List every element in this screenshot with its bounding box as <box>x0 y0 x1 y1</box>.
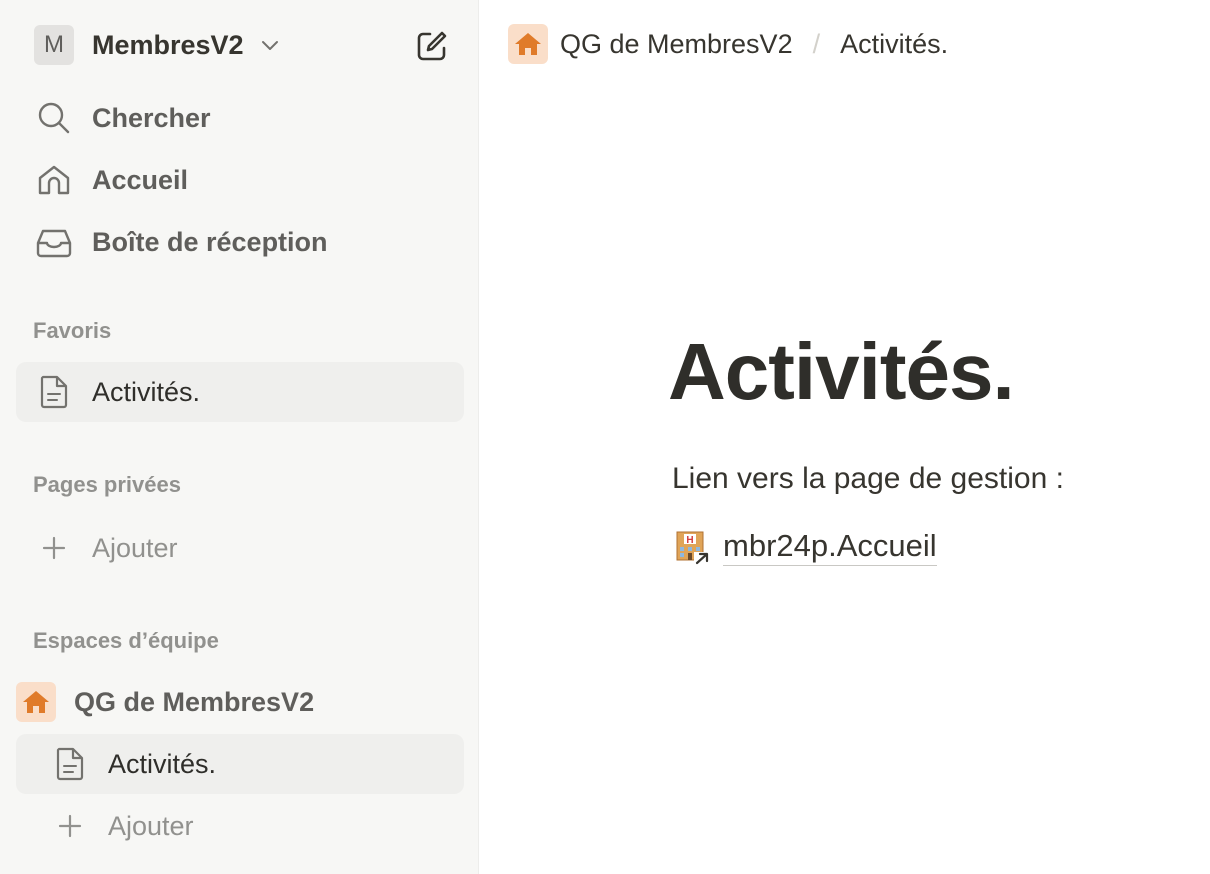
nav-inbox[interactable]: Boîte de réception <box>16 214 464 270</box>
search-icon <box>34 98 74 138</box>
breadcrumb-separator: / <box>812 28 821 59</box>
teamspace-item[interactable]: QG de MembresV2 <box>16 674 464 730</box>
favorites-heading[interactable]: Favoris <box>33 318 111 344</box>
teamspace-page-activites[interactable]: Activités. <box>16 734 464 794</box>
sidebar: M MembresV2 Chercher Accueil Boîte de ré… <box>0 0 479 874</box>
page-link-label: mbr24p.Accueil <box>723 527 937 566</box>
breadcrumb: QG de MembresV2 / Activités. <box>508 24 948 64</box>
inbox-icon <box>34 222 74 262</box>
page-link-mention[interactable]: H mbr24p.Accueil <box>672 524 937 568</box>
house-icon <box>16 682 56 722</box>
compose-icon <box>417 31 447 61</box>
favorite-item-activites[interactable]: Activités. <box>16 362 464 422</box>
private-add-page-button[interactable]: Ajouter <box>16 520 464 576</box>
svg-text:H: H <box>686 535 693 546</box>
nav-search[interactable]: Chercher <box>16 90 464 146</box>
favorite-item-label: Activités. <box>92 376 201 407</box>
house-icon <box>508 24 548 64</box>
nav-home-label: Accueil <box>92 164 189 195</box>
page-title[interactable]: Activités. <box>668 326 1015 418</box>
hotel-icon: H <box>672 526 712 566</box>
workspace-avatar: M <box>34 25 74 65</box>
chevron-down-icon <box>258 33 282 57</box>
breadcrumb-item-page[interactable]: Activités. <box>840 29 948 60</box>
private-pages-heading[interactable]: Pages privées <box>33 472 181 498</box>
workspace-switcher[interactable]: M MembresV2 <box>16 20 464 70</box>
teamspace-page-label: Activités. <box>108 748 217 779</box>
private-add-label: Ajouter <box>92 532 178 563</box>
nav-search-label: Chercher <box>92 102 211 133</box>
nav-home[interactable]: Accueil <box>16 152 464 208</box>
breadcrumb-item-teamspace[interactable]: QG de MembresV2 <box>560 29 793 60</box>
main-content: QG de MembresV2 / Activités. Activités. … <box>480 0 1210 874</box>
teamspace-add-label: Ajouter <box>108 810 194 841</box>
page-icon <box>34 372 74 412</box>
teamspaces-heading[interactable]: Espaces d’équipe <box>33 628 219 654</box>
workspace-name: MembresV2 <box>92 29 244 60</box>
home-icon <box>34 160 74 200</box>
plus-icon <box>34 528 74 568</box>
teamspace-add-page-button[interactable]: Ajouter <box>16 798 464 854</box>
plus-icon <box>50 806 90 846</box>
page-paragraph[interactable]: Lien vers la page de gestion : <box>672 462 1064 496</box>
teamspace-name: QG de MembresV2 <box>74 686 315 717</box>
new-page-button[interactable] <box>414 28 450 64</box>
page-icon <box>50 744 90 784</box>
nav-inbox-label: Boîte de réception <box>92 226 328 257</box>
